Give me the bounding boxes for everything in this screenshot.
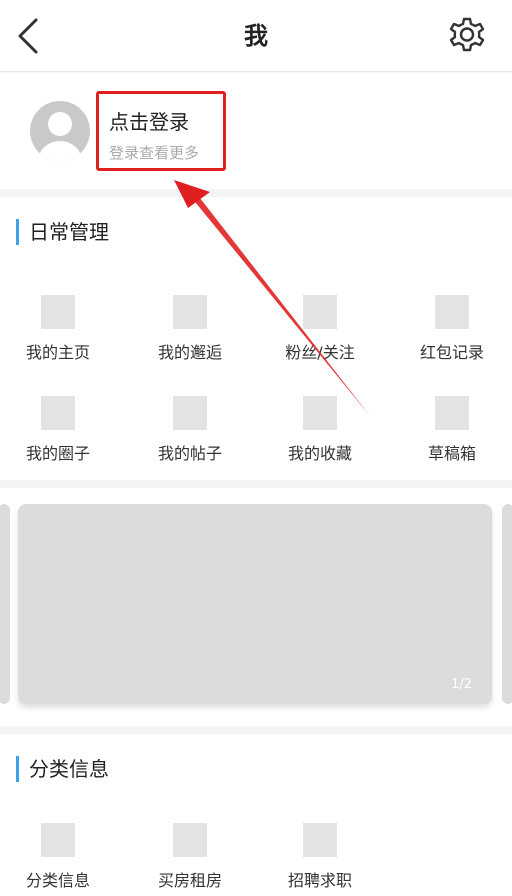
grid-item-label: 我的收藏 xyxy=(287,444,352,463)
grid-item-drafts[interactable]: 草稿箱 xyxy=(397,396,507,476)
grid-item-label: 招聘求职 xyxy=(287,871,352,890)
jobs-icon xyxy=(303,823,337,857)
grid-item-label: 买房租房 xyxy=(157,871,222,890)
grid-item-label: 草稿箱 xyxy=(427,444,476,463)
category-section: 分类信息 分类信息 买房租房 招聘求职 xyxy=(0,734,512,896)
gear-icon xyxy=(449,17,485,52)
fans-follow-icon xyxy=(303,295,337,329)
my-home-icon xyxy=(41,295,75,329)
banner-prev-peek xyxy=(0,504,10,704)
daily-management-section: 日常管理 我的主页 我的邂逅 粉丝/关注 红包记录 我的圈子 我的帖子 我的收藏 xyxy=(0,197,512,480)
avatar[interactable] xyxy=(30,101,90,161)
profile-screen: 我 点击登录 登录查看更多 日常管理 我的主页 我的邂逅 粉丝/关注 红包记录 … xyxy=(0,0,512,896)
housing-icon xyxy=(173,823,207,857)
grid-item-label: 红包记录 xyxy=(419,343,484,362)
my-posts-icon xyxy=(173,396,207,430)
grid-item-label: 分类信息 xyxy=(25,871,90,890)
profile-card: 点击登录 登录查看更多 xyxy=(0,73,512,189)
grid-item-jobs[interactable]: 招聘求职 xyxy=(265,823,375,896)
grid-item-my-favorites[interactable]: 我的收藏 xyxy=(265,396,375,476)
login-button[interactable]: 点击登录 登录查看更多 xyxy=(96,91,226,171)
my-encounters-icon xyxy=(173,295,207,329)
grid-item-fans-follow[interactable]: 粉丝/关注 xyxy=(265,295,375,375)
banner-next-peek xyxy=(502,504,512,704)
grid-item-housing[interactable]: 买房租房 xyxy=(135,823,245,896)
banner-pager: 1/2 xyxy=(451,677,472,692)
user-avatar-icon xyxy=(38,112,82,161)
grid-item-my-home[interactable]: 我的主页 xyxy=(3,295,113,375)
drafts-icon xyxy=(435,396,469,430)
grid-item-label: 粉丝/关注 xyxy=(285,343,355,362)
section-title-daily: 日常管理 xyxy=(16,219,109,245)
my-favorites-icon xyxy=(303,396,337,430)
section-title-category: 分类信息 xyxy=(16,756,109,782)
grid-item-red-packet[interactable]: 红包记录 xyxy=(397,295,507,375)
login-subtitle: 登录查看更多 xyxy=(109,144,200,162)
grid-item-my-encounters[interactable]: 我的邂逅 xyxy=(135,295,245,375)
grid-item-label: 我的圈子 xyxy=(25,444,90,463)
grid-item-my-circle[interactable]: 我的圈子 xyxy=(3,396,113,476)
grid-item-label: 我的邂逅 xyxy=(157,343,222,362)
login-title: 点击登录 xyxy=(109,110,189,134)
banner-slide[interactable]: 1/2 xyxy=(18,504,492,704)
grid-item-category-info[interactable]: 分类信息 xyxy=(3,823,113,896)
red-packet-icon xyxy=(435,295,469,329)
banner-carousel[interactable]: 1/2 xyxy=(0,488,512,726)
grid-item-label: 我的主页 xyxy=(25,343,90,362)
top-bar: 我 xyxy=(0,0,512,72)
category-info-icon xyxy=(41,823,75,857)
settings-button[interactable] xyxy=(446,14,488,56)
grid-item-label: 我的帖子 xyxy=(157,444,222,463)
my-circle-icon xyxy=(41,396,75,430)
page-title: 我 xyxy=(244,22,268,50)
grid-item-my-posts[interactable]: 我的帖子 xyxy=(135,396,245,476)
